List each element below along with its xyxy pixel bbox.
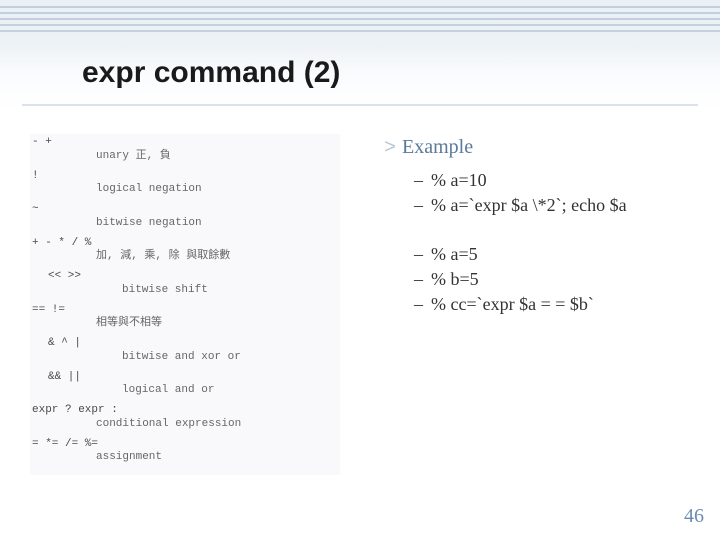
op-symbol: ! (32, 170, 340, 184)
example-text: % b=5 (431, 269, 479, 289)
op-desc: 加, 減, 乘, 除 與取餘數 (96, 250, 340, 264)
example-text: % a=10 (431, 170, 487, 190)
op-symbol: && || (48, 371, 340, 385)
example-line: –% a=10 (414, 170, 694, 191)
op-row: - + unary 正, 負 (30, 136, 340, 164)
op-row: & ^ | bitwise and xor or (30, 337, 340, 365)
dash-icon: – (414, 294, 423, 314)
example-line: –% cc=`expr $a = = $b` (414, 294, 694, 315)
slide-header-band (0, 0, 720, 110)
example-text: % a=5 (431, 244, 478, 264)
page-number: 46 (684, 505, 704, 528)
op-row: expr ? expr : conditional expression (30, 404, 340, 432)
op-desc: logical and or (122, 384, 340, 398)
op-row: ~ bitwise negation (30, 203, 340, 231)
op-symbol: + - * / % (32, 237, 340, 251)
op-desc: assignment (96, 451, 340, 465)
op-desc: conditional expression (96, 418, 340, 432)
op-desc: bitwise and xor or (122, 351, 340, 365)
dash-icon: – (414, 195, 423, 215)
slide-header-stripes (0, 6, 720, 36)
dash-icon: – (414, 244, 423, 264)
example-line: –% a=`expr $a \*2`; echo $a (414, 195, 694, 216)
op-row: == != 相等與不相等 (30, 304, 340, 332)
op-row: = *= /= %= assignment (30, 438, 340, 466)
example-gap (384, 220, 694, 244)
example-heading: Example (402, 136, 473, 158)
op-symbol: - + (32, 136, 340, 150)
op-row: + - * / % 加, 減, 乘, 除 與取餘數 (30, 237, 340, 265)
op-symbol: expr ? expr : (32, 404, 340, 418)
example-block: >Example –% a=10 –% a=`expr $a \*2`; ech… (384, 136, 694, 319)
example-heading-row: > Example (384, 136, 694, 160)
op-desc: unary 正, 負 (96, 150, 340, 164)
op-desc: logical negation (96, 183, 340, 197)
example-text: % cc=`expr $a = = $b` (431, 294, 594, 314)
op-desc: bitwise shift (122, 284, 340, 298)
op-symbol: == != (32, 304, 340, 318)
op-symbol: = *= /= %= (32, 438, 340, 452)
op-symbol: << >> (48, 270, 340, 284)
op-symbol: & ^ | (48, 337, 340, 351)
op-desc: bitwise negation (96, 217, 340, 231)
op-row: << >> bitwise shift (30, 270, 340, 298)
example-line: –% b=5 (414, 269, 694, 290)
slide-title: expr command (2) (82, 56, 340, 90)
caret-icon: > (384, 137, 396, 160)
operator-table: - + unary 正, 負 ! logical negation ~ bitw… (30, 134, 340, 475)
dash-icon: – (414, 170, 423, 190)
dash-icon: – (414, 269, 423, 289)
title-underline (22, 104, 698, 106)
example-text: % a=`expr $a \*2`; echo $a (431, 195, 627, 215)
op-row: ! logical negation (30, 170, 340, 198)
op-row: && || logical and or (30, 371, 340, 399)
op-desc: 相等與不相等 (96, 317, 340, 331)
op-symbol: ~ (32, 203, 340, 217)
example-line: –% a=5 (414, 244, 694, 265)
